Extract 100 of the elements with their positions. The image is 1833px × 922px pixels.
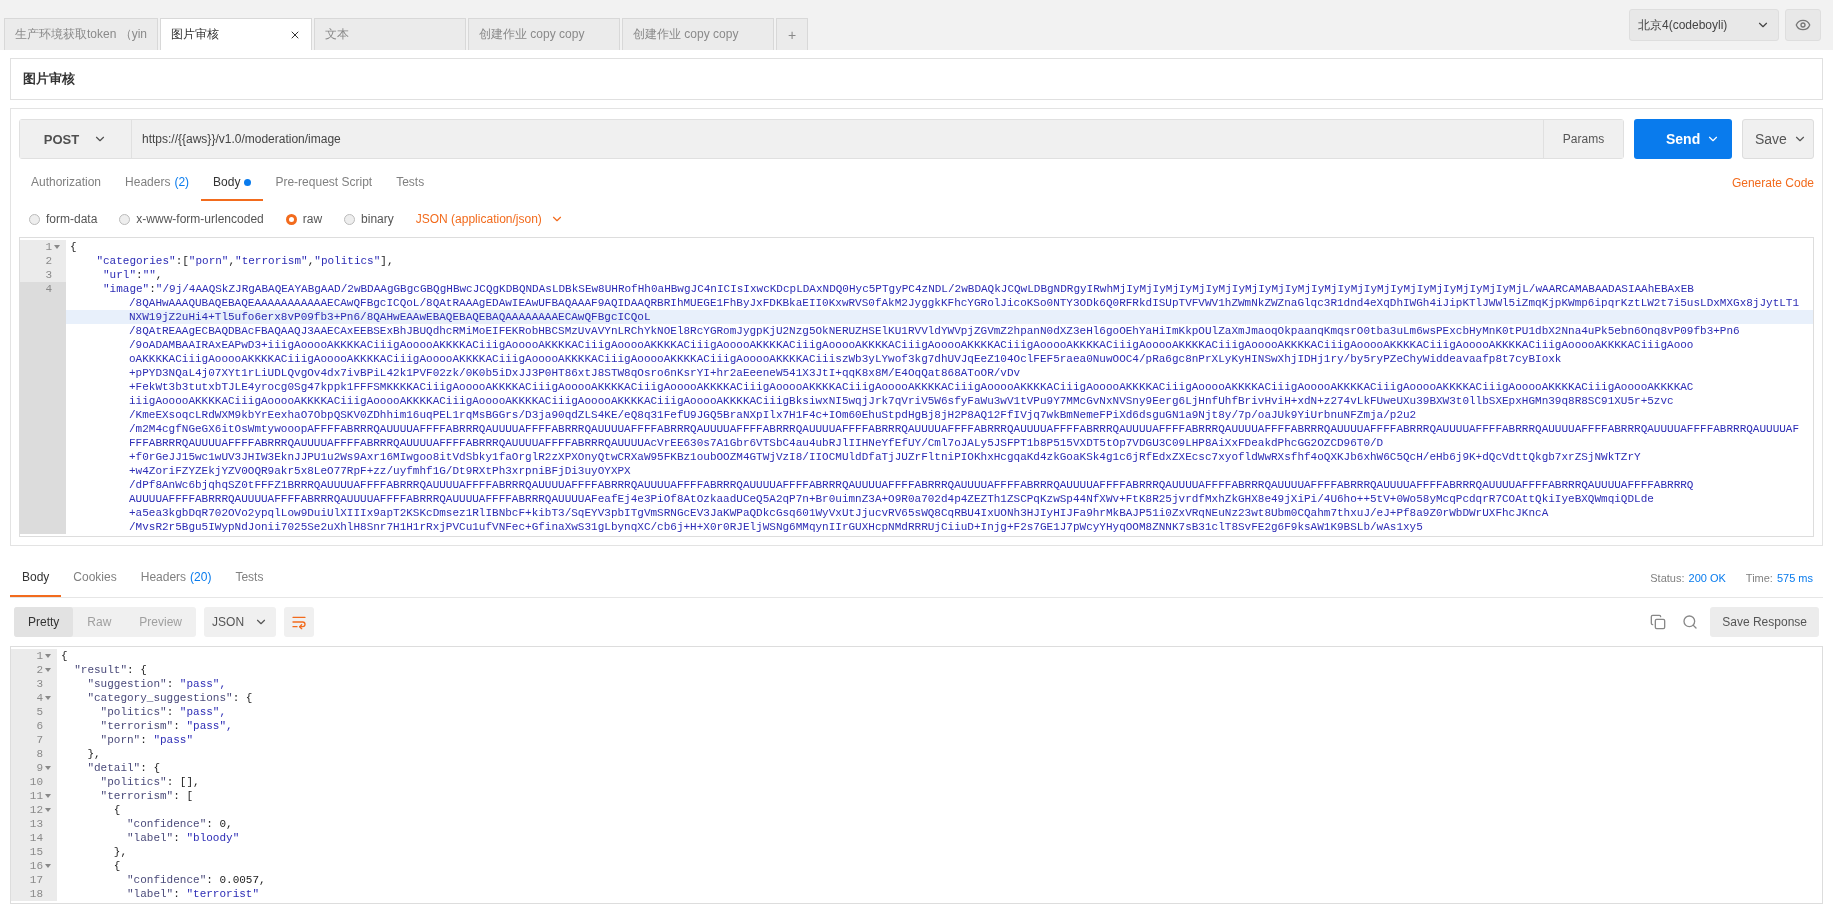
code-line: /9oADAMBAAIRAxEAPwD3+iiigAooooAKKKKACiiigAooooAKKKKACiiigAooooAKKKKACiiigAooooAKKKKACiiigAooooAKKKKACiiigAooooAKKKKACiiigAooooAKKKKACiiigAooooAKKKKACiiigAooooAKKKKACiiigAooooAKKKKACiiigAooooAKKKKACiiigAooooAKKKKACiiigAooooAKKKKACiiigAooo <box>128 338 1695 352</box>
code-line: }, <box>86 747 102 761</box>
code-line: "confidence": 0, <box>126 817 234 831</box>
code-line: +w4ZoriFZYZEkjYZV0OQR9akr5x8LeO77RpF+zz/uyfmhf1G/Dt9RXtPh3xrpniBFjDi3uyOYXPX <box>128 464 632 478</box>
code-line: /MvsR2r5Bgu5IWypNdJonii7025Se2uXhlH8Snr7H1H1rRxjPVCu1ufVNFec+GfinaXwS31gLbynqXC/cb6j+H+X0r0RJEljWSNg6MMqynIIrGUXHcpNMdRRRUjCiiuD+Injg+F2s7GE1J7pWcyYHyqOOM8ZNNK7sB31clT8SvFE2g6F9ksAW1K9BSLb/wAs1xy5 <box>128 520 1424 534</box>
code-line: /8QAHwAAAQUBAQEBAQEAAAAAAAAAAAECAwQFBgcICQoL/8QAtRAAAgEDAwIEAwUFBAQAAAF9AQIDAAQRBRIhMUEGE1FhByJxFDKBkaEII0KxwRVS0fAkM2JyggkKFhcYGRolJicoKSo0NTY3ODk6Q0RFRkdISUpTVFVWV1hZWmNkZWZnaGlqc3R1dnd4eXqDhIWGh4iJipKTlJWWl5iZmqKjpKWmp6ipqrKztLW2t7i5usLDxMXGx8jJytLT1 <box>128 296 1801 310</box>
radio-button[interactable] <box>344 213 356 225</box>
code-line: oAKKKKACiiigAooooAKKKKACiiigAooooAKKKKACiiigAooooAKKKKACiiigAooooAKKKKACiiigAooooAKKKKACiiigAooooAKKKKACiiiszWb3yLYwof3kg7dhUVJqEeZ104OclFEF5raea0NuwOOC4/pRa6gc8nPrXLyKyHINSwXhjIDHj1ry/by5ryPZeChyWiddeavaafp8t7cyBIoxk <box>128 352 1563 366</box>
view-mode-button[interactable]: Pretty <box>14 607 74 637</box>
line-number: 2 <box>36 663 43 677</box>
code-line: /8QAtREAAgECBAQDBAcFBAQAAQJ3AAECAxEEBSExBhJBUQdhcRMiMoEIFEKRobHBCSMzUvAVYnLRChYkNOEl8RcYGRomJygpKjU2Nzg5OkNERUZHSElKU1RVVldYWVpjZGVmZ2hpanN0dXZ3eHl6goOEhYaHiImKkpOUlZaXmJmaoqOkpaanqKmqsrO0tba3uLm6wsPExcbHyMnK0tPU1dbX2Nna4uPk5ebn6Onq8vP09fb3+Pn6 <box>128 324 1741 338</box>
environment-select[interactable]: 北京4(codeboyli) <box>1629 9 1779 41</box>
fold-arrow-icon[interactable] <box>45 696 51 700</box>
fold-arrow-icon[interactable] <box>45 654 51 658</box>
new-tab-button[interactable]: + <box>776 18 809 50</box>
request-section-tab[interactable]: Pre-request Script <box>263 165 385 201</box>
line-number: 16 <box>29 859 43 873</box>
fold-arrow-icon[interactable] <box>45 668 51 672</box>
generate-code-link[interactable]: Generate Code <box>1731 176 1814 190</box>
code-line: +FekWt3b3tutxbTJLE4yrocg0Sg47kppk1FFFSMKKKKACiiigAooooAKKKKACiiigAooooAKKKKACiiigAooooAKKKKACiiigAooooAKKKKACiiigAooooAKKKKACiiigAooooAKKKKACiiigAooooAKKKKACiiigAooooAKKKKACiiigAooooAKKKKACiiigAooooAKKKKACiiigAooooAKKKKACiiigAooooAKKKKAC <box>128 380 1695 394</box>
code-line: "image":"/9j/4AAQSkZJRgABAQEAYABgAAD/2wBDAAgGBgcGBQgHBwcJCQgKDBQNDAsLDBkSEw8UHRofHh0aHBwgJC4nICIsIxwcKDcpLDAxNDQ0Hyc5PTgyPC4zNDL/2wBDAQkJCQwLDBgNDRgyIRwhMjIyMjIyMjIyMjIyMjIyMjIyMjIyMjIyMjIyMjIyMjIyMjIyMjIyMjIyMjIyMjL/wAARCAMABAADASIAAhEBAxEB <box>102 282 1695 296</box>
code-line: "terrorism": [ <box>99 789 195 803</box>
code-line: /KmeEXsoqcLRdWXM9kbYrEexhaO7ObpQSKV0ZDhhim16uqPEL1rqMsBGGrs/D3ja90qdZLS4KE/eQ8q31FefU9JGQ5BraNXpIlx7H1F4c+IOm60EhuStpdHgBj8jH2P8AQ12FfIVjq7wkBmNemeFPiXd6dsguGN1a9Njt8y/7p/oaJUk9YiUrbnuNFZmja/p2u2 <box>128 408 1418 422</box>
code-line: }, <box>112 845 128 859</box>
fold-arrow-icon[interactable] <box>45 808 51 812</box>
code-line: "politics": [], <box>99 775 201 789</box>
wrap-text-icon[interactable] <box>291 614 308 630</box>
request-body-editor[interactable] <box>19 237 1814 537</box>
line-number: 1 <box>45 240 52 254</box>
request-tab[interactable]: 文本 <box>314 18 467 50</box>
line-number: 13 <box>29 817 43 831</box>
line-number: 4 <box>36 691 43 705</box>
save-response-button[interactable]: Save Response <box>1710 607 1819 637</box>
view-mode-button[interactable]: Preview <box>125 607 197 637</box>
send-button[interactable]: Send <box>1634 119 1732 159</box>
eye-button[interactable] <box>1785 9 1821 41</box>
request-section-tab[interactable]: Body <box>201 165 264 201</box>
code-line: "category_suggestions": { <box>86 691 254 705</box>
eye-icon[interactable] <box>1795 17 1811 33</box>
code-line: "label": "bloody" <box>126 831 241 845</box>
save-button[interactable]: Save <box>1742 119 1814 159</box>
code-line: FFFABRRRQAUUUUAFFFFABRRRQAUUUUAFFFFABRRRQAUUUUAFFFFABRRRQAUUUUAFFFFABRRRQAUUUUAcVrEE630s7A1Gbr6VTSbC4au4ubRJlIIHNeYfEfUY/Cml7oJALy5JSFPT1b8P515VXDT5tOp7VDGU3C09LHP8AiXxFDeakdPhcGG2OZCD96T0/D <box>128 436 1385 450</box>
code-line: /m2M4cgfNGeGX6itOsWmtywooopAFFFFABRRRQAUUUUAFFFFABRRRQAUUUUAFFFFABRRRQAUUUUAFFFFABRRRQAUUUUAFFFFABRRRQAUUUUAFFFFABRRRQAUUUUAFFFFABRRRQAUUUUAFFFFABRRRQAUUUUAFFFFABRRRQAUUUUAFFFFABRRRQAUUUUAFFFFABRRRQAUUUUAFFFFABRRRQAUUUUAFFFFABRRRQAUUUUAFFFFABRRRQAUUUUAF <box>128 422 1801 436</box>
line-number: 7 <box>36 733 43 747</box>
code-line: { <box>69 240 78 254</box>
time-value: 575 ms <box>1776 571 1813 584</box>
line-number: 2 <box>45 254 52 268</box>
request-section-tab[interactable]: Authorization <box>19 165 114 201</box>
response-tab[interactable]: Headers (20) <box>128 558 224 597</box>
response-tab[interactable]: Body <box>10 558 62 597</box>
request-tab[interactable]: 图片审核 <box>160 18 313 50</box>
radio-button[interactable] <box>119 213 131 225</box>
fold-arrow-icon[interactable] <box>54 245 60 249</box>
code-line: "categories":["porn","terrorism","politics"], <box>95 254 395 268</box>
code-line: AUUUUAFFFFABRRRQAUUUUAFFFFABRRRQAUUUUAFFFFABRRRQAUUUUAFFFFABRRRQAUUUUAFeafEj4e3PiOf8AtOzkaadUCeQ5A2qP7n+Br0uimnZ3A+O9R0a702d4p4ZEZTh1ZSCPqKzwSp44NfXWv+FtK8R25jvrdfMxhZkGHX8e49jXiPi/4U6ho++5tV+0Wo58yMcqPcdqrR7COAttQkiIyeBXQWmqiQDLde <box>128 492 1655 506</box>
view-mode-button[interactable]: Raw <box>73 607 126 637</box>
params-button[interactable]: Params <box>1543 120 1623 158</box>
request-name: 图片审核 <box>23 70 75 88</box>
fold-arrow-icon[interactable] <box>45 864 51 868</box>
code-line: { <box>112 803 122 817</box>
line-number: 17 <box>29 873 43 887</box>
request-tab[interactable]: 生产环境获取token （yin <box>4 18 159 50</box>
radio-button[interactable] <box>285 213 297 225</box>
request-section-tab[interactable]: Tests <box>384 165 437 201</box>
line-number: 15 <box>29 845 43 859</box>
time-label: Time: <box>1745 571 1773 584</box>
radio-label: raw <box>302 212 323 226</box>
line-number: 11 <box>29 789 43 803</box>
fold-arrow-icon[interactable] <box>45 794 51 798</box>
fold-arrow-icon[interactable] <box>45 766 51 770</box>
request-tab[interactable]: 创建作业 copy copy <box>468 18 621 50</box>
request-section-tab[interactable]: Headers (2) <box>113 165 202 201</box>
line-number: 8 <box>36 747 43 761</box>
request-tab[interactable]: 创建作业 copy copy <box>622 18 775 50</box>
format-select[interactable]: JSON <box>204 607 277 637</box>
response-tab[interactable]: Cookies <box>61 558 129 597</box>
radio-label: x-www-form-urlencoded <box>136 212 264 226</box>
code-line: { <box>112 859 122 873</box>
code-line: "porn": "pass" <box>99 733 195 747</box>
status-value: 200 OK <box>1688 571 1726 584</box>
wrap-lines-button[interactable] <box>284 607 315 637</box>
line-number: 14 <box>29 831 43 845</box>
method-select[interactable]: POST <box>20 120 132 158</box>
url-field[interactable]: https://{{aws}}/v1.0/moderation/image <box>132 120 1543 158</box>
status-label: Status: <box>1650 571 1685 584</box>
code-line: "suggestion": "pass", <box>86 677 228 691</box>
code-line: iiigAooooAKKKKACiiigAooooAKKKKACiiigAooooAKKKKACiiigAooooAKKKKACiiigAooooAKKKKACiiigAooooAKKKKACiiigBksiwxNI5wqjJrk7qVriV5W6sfyFaWu3wV1tVPu9Y7MMcGvNxNVSny9Eerg6LjHnfUhfBrivHviH+xdN+z274vLkFUweUXu39BXW3t0llbSXEpxHGMn39q8R8SC91XU5r+5zvc <box>128 394 1675 408</box>
body-format-select[interactable]: JSON (application/json) <box>415 212 564 226</box>
radio-label: form-data <box>46 212 98 226</box>
line-number: 10 <box>29 775 43 789</box>
code-line: "url":"", <box>102 268 164 282</box>
code-line: "result": { <box>73 663 148 677</box>
code-line: /dPf8AnWc6bjqhqSZ0tFFFZ1BRRRQAUUUUAFFFFABRRRQAUUUUAFFFFABRRRQAUUUUAFFFFABRRRQAUUUUAFFFFABRRRQAUUUUAFFFFABRRRQAUUUUAFFFFABRRRQAUUUUAFFFFABRRRQAUUUUAFFFFABRRRQAUUUUAFFFFABRRRQAUUUUAFFFFABRRRQAUUUUAFFFFABRRRQAUUUUAFFFFABRRRQAUUUUAFFFFABRRRQ <box>128 478 1695 492</box>
line-number: 3 <box>36 677 43 691</box>
radio-label: binary <box>361 212 394 226</box>
code-line: "label": "terrorist" <box>126 887 261 901</box>
code-line: +a5ea3kgbDqR702OVo2ypqlLow9DuiUlXIIIx9apT2KSKcDmsez1RlIBNbcF+kibT3/SqEYV3pbITgVmSRNGcEV3JaKWPaQDkcGsq601WyVxUtJjucvRV65sWQ8CqRBU4IxUONh3HJIyHIJFa9hrMkBAJP51i0ZxVRqNEuNz23wt8Ubm0CQahm7thxuJ/eJ+Pf8a9Z0rWbDWrUXFhcJKncA <box>128 506 1550 520</box>
response-tab[interactable]: Tests <box>223 558 276 597</box>
radio-button[interactable] <box>29 213 40 225</box>
code-line: "detail": { <box>86 761 162 775</box>
